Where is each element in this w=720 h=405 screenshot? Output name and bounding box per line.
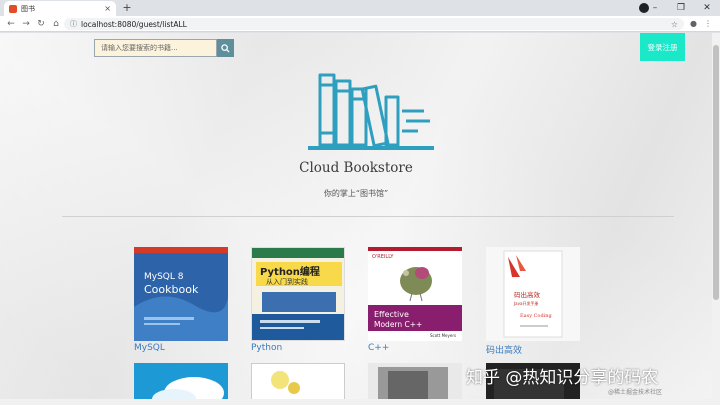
window-controls: – ❐ ✕	[642, 0, 720, 16]
book-card-python[interactable]: Python编程 从入门到实践 Python	[251, 247, 345, 353]
address-bar[interactable]: ⓘ localhost:8080/guest/listALL ☆	[64, 18, 684, 30]
portrait-cover-art-icon	[378, 367, 448, 399]
back-icon[interactable]: ←	[4, 16, 18, 32]
page-viewport: 登录注册 Cloud Bookstore 你的掌上“图书馆”	[0, 33, 712, 399]
book-cover[interactable]: Python编程 从入门到实践	[251, 247, 345, 341]
tab-title: 图书	[21, 4, 35, 13]
bookstore-logo-icon	[308, 73, 434, 150]
url-text: localhost:8080/guest/listALL	[81, 19, 187, 29]
close-window-button[interactable]: ✕	[694, 0, 720, 16]
home-icon[interactable]: ⌂	[49, 16, 63, 32]
svg-text:Modern C++: Modern C++	[374, 320, 422, 329]
book-cover-partial[interactable]	[368, 363, 462, 399]
book-cover[interactable]: 码出高效 Java开发手册 Easy Coding	[486, 247, 580, 341]
horizontal-scrollbar[interactable]	[0, 399, 720, 405]
menu-icon[interactable]: ⋮	[704, 16, 712, 32]
mysql-cover-top: MySQL 8	[144, 272, 184, 282]
watermark-small-text: @稀土掘金技术社区	[608, 389, 663, 396]
cpp-publisher: O'REILLY	[372, 254, 394, 260]
watermark-text: 知乎 @热知识分享的码农	[466, 368, 659, 388]
tab-close-icon[interactable]: ×	[104, 4, 111, 13]
section-divider	[62, 216, 674, 217]
book-cover-partial[interactable]	[134, 363, 228, 399]
mchu-cover-main: Java开发手册	[513, 300, 538, 306]
browser-tab[interactable]: 图书 ×	[4, 1, 116, 16]
python-cover-main: 从入门到实践	[266, 277, 308, 286]
search-button[interactable]	[217, 39, 234, 57]
restore-button[interactable]: ❐	[668, 0, 694, 16]
favicon-icon	[9, 4, 17, 13]
book-cover[interactable]: MySQL 8 Cookbook	[134, 247, 228, 341]
search-input[interactable]	[94, 39, 217, 57]
book-cover-partial[interactable]	[251, 363, 345, 399]
reload-icon[interactable]: ↻	[34, 16, 48, 32]
browser-toolbar: ← → ↻ ⌂ ⓘ localhost:8080/guest/listALL ☆…	[0, 16, 720, 32]
python-cover-art-icon: Python编程 从入门到实践	[252, 248, 344, 340]
book-card-mchu[interactable]: 码出高效 Java开发手册 Easy Coding 码出高效	[486, 247, 580, 356]
svg-text:Effective: Effective	[374, 310, 409, 319]
mchu-cover-top: 码出高效	[514, 290, 541, 299]
cloud-cover-art-icon	[152, 377, 224, 399]
cpp-cover-art-icon: O'REILLY Effective Modern C++ Scott Meye…	[368, 247, 462, 341]
mysql-cover-main: Cookbook	[144, 283, 199, 296]
search-icon	[221, 43, 230, 53]
book-title-mysql[interactable]: MySQL	[134, 343, 228, 353]
forward-icon[interactable]: →	[19, 16, 33, 32]
floral-cover-art-icon	[271, 371, 300, 394]
minimize-button[interactable]: –	[642, 0, 668, 16]
python-cover-top: Python编程	[260, 265, 320, 278]
site-info-icon[interactable]: ⓘ	[70, 19, 77, 29]
brand-title: Cloud Bookstore	[299, 160, 413, 176]
book-title-python[interactable]: Python	[251, 343, 345, 353]
search-form	[94, 39, 234, 57]
svg-text:Scott Meyers: Scott Meyers	[430, 333, 456, 338]
svg-text:Easy Coding: Easy Coding	[520, 313, 552, 319]
mchu-cover-art-icon: 码出高效 Java开发手册 Easy Coding	[486, 247, 580, 341]
tab-bar: 图书 × + – ❐ ✕	[0, 0, 720, 16]
brand-subtitle: 你的掌上“图书馆”	[323, 189, 389, 198]
book-card-mysql[interactable]: MySQL 8 Cookbook MySQL	[134, 247, 228, 353]
book-cover[interactable]: O'REILLY Effective Modern C++ Scott Meye…	[368, 247, 462, 341]
login-register-button[interactable]: 登录注册	[640, 33, 685, 61]
mysql-cover-art-icon: MySQL 8 Cookbook	[134, 247, 228, 341]
scrollbar-thumb[interactable]	[713, 45, 719, 300]
new-tab-button[interactable]: +	[120, 1, 134, 15]
book-title-cpp[interactable]: C++	[368, 343, 462, 353]
vertical-scrollbar[interactable]	[712, 33, 720, 399]
profile-icon[interactable]: ●	[690, 16, 697, 32]
book-card-cpp[interactable]: O'REILLY Effective Modern C++ Scott Meye…	[368, 247, 462, 353]
book-title-mchu[interactable]: 码出高效	[486, 343, 580, 356]
bookmark-star-icon[interactable]: ☆	[671, 20, 678, 29]
